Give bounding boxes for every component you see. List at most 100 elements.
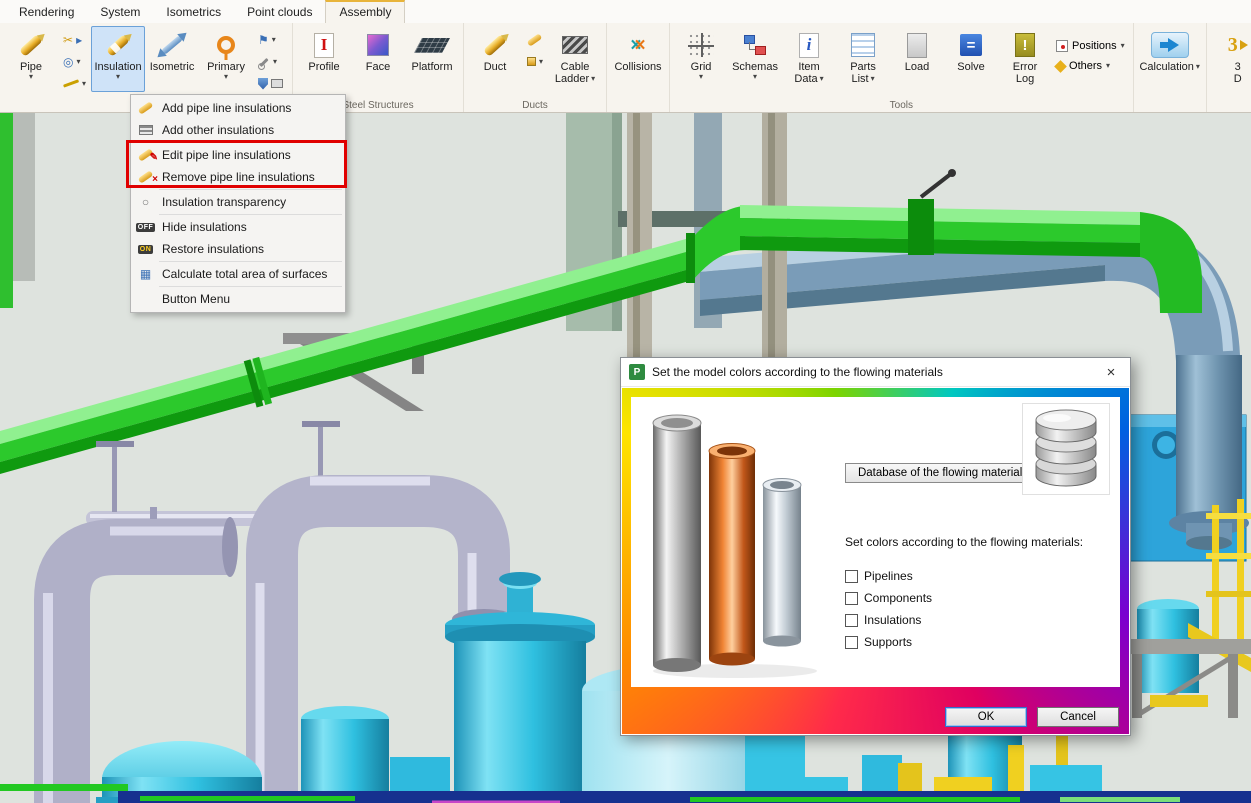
flowing-materials-dialog: P Set the model colors according to the …: [620, 357, 1131, 736]
ribbon-group-3d: 3 3 D: [1207, 23, 1251, 112]
item-data-button[interactable]: i Item Data▾: [782, 26, 836, 92]
primary-button[interactable]: Primary▾: [199, 26, 253, 92]
profile-button[interactable]: I Profile: [297, 26, 351, 92]
positions-button[interactable]: Positions ▾: [1056, 40, 1125, 52]
database-flowing-materials-button[interactable]: Database of the flowing materials: [845, 463, 1041, 483]
menu-separator: [159, 189, 342, 190]
error-log-button[interactable]: ! Error Log: [998, 26, 1052, 92]
menu-item-remove-pipe-line-insulations[interactable]: × Remove pipe line insulations: [131, 166, 345, 188]
edit-pipe-insulation-icon: ✎: [136, 152, 155, 158]
menu-item-restore-insulations[interactable]: ON Restore insulations: [131, 238, 345, 260]
tab-system[interactable]: System: [87, 1, 153, 23]
dialog-button-row: OK Cancel: [945, 707, 1119, 727]
components-checkbox[interactable]: [845, 592, 858, 605]
3d-button[interactable]: 3 3 D: [1211, 26, 1251, 92]
duct-draw-button[interactable]: [524, 30, 546, 49]
isometric-icon: [155, 29, 189, 61]
others-icon: [1054, 60, 1067, 73]
3d-icon: 3: [1228, 34, 1248, 57]
cursor-icon: ▸: [76, 34, 82, 46]
menu-bar: Rendering System Isometrics Point clouds…: [0, 0, 1251, 23]
dialog-title: Set the model colors according to the fl…: [652, 365, 943, 379]
slope-icon: [63, 80, 79, 88]
duct-pen-icon: [527, 33, 543, 47]
insulations-checkbox[interactable]: [845, 614, 858, 627]
insulation-icon: [101, 29, 135, 61]
pipe-icon: [14, 29, 48, 61]
parts-list-button[interactable]: Parts List▾: [836, 26, 890, 92]
grid-button[interactable]: Grid▾: [674, 26, 728, 92]
tab-point-clouds[interactable]: Point clouds: [234, 1, 325, 23]
cable-ladder-button[interactable]: Cable Ladder▾: [548, 26, 602, 92]
view-tools-button[interactable]: [255, 74, 286, 93]
duct-button[interactable]: Duct: [468, 26, 522, 92]
load-button[interactable]: Load: [890, 26, 944, 92]
profile-icon: I: [314, 33, 334, 58]
schemas-button[interactable]: Schemas▾: [728, 26, 782, 92]
isometric-button[interactable]: Isometric: [145, 26, 199, 92]
ok-button[interactable]: OK: [945, 707, 1027, 727]
application-window: Rendering System Isometrics Point clouds…: [0, 0, 1251, 803]
tab-isometrics[interactable]: Isometrics: [153, 1, 234, 23]
dialog-instruction: Set colors according to the flowing mate…: [845, 535, 1108, 549]
pipe-slope-button[interactable]: ▾: [60, 74, 89, 93]
pipe-cut-button[interactable]: ✂ ▸: [60, 30, 89, 49]
menu-item-add-other-insulations[interactable]: Add other insulations: [131, 119, 345, 141]
menu-item-button-menu[interactable]: Button Menu: [131, 288, 345, 310]
menu-item-hide-insulations[interactable]: OFF Hide insulations: [131, 216, 345, 238]
menu-item-add-pipe-line-insulations[interactable]: Add pipe line insulations: [131, 97, 345, 119]
others-button[interactable]: Others ▾: [1056, 60, 1125, 72]
chevron-down-icon: ▾: [1106, 62, 1110, 70]
menu-item-edit-pipe-line-insulations[interactable]: ✎ Edit pipe line insulations: [131, 144, 345, 166]
platform-icon: [414, 38, 450, 53]
flag-tool-button[interactable]: ⚑ ▾: [255, 30, 286, 49]
cable-ladder-icon: [562, 36, 588, 54]
platform-button[interactable]: Platform: [405, 26, 459, 92]
checkbox-list: Pipelines Components Insulations Su: [845, 565, 1108, 653]
dialog-rainbow-frame: Database of the flowing materials Set co…: [622, 388, 1129, 734]
checkbox-components[interactable]: Components: [845, 587, 1108, 609]
tab-assembly[interactable]: Assembly: [325, 0, 405, 23]
camera-icon: [271, 79, 283, 88]
pipelines-checkbox[interactable]: [845, 570, 858, 583]
cancel-button[interactable]: Cancel: [1037, 707, 1119, 727]
group-caption-tools: Tools: [670, 100, 1133, 111]
collisions-icon: ××: [630, 36, 645, 55]
pipe-connect-button[interactable]: ◎ ▾: [60, 52, 89, 71]
insulation-button[interactable]: Insulation▾: [91, 26, 145, 92]
tab-rendering[interactable]: Rendering: [6, 1, 87, 23]
on-badge-icon: ON: [136, 245, 155, 254]
transparency-icon: ○: [136, 195, 155, 209]
supports-checkbox[interactable]: [845, 636, 858, 649]
menu-separator: [159, 214, 342, 215]
chevron-down-icon: ▾: [1196, 63, 1200, 71]
add-pipe-insulation-icon: [136, 105, 155, 111]
chevron-down-icon: ▾: [591, 75, 595, 83]
parts-list-icon: [851, 33, 875, 57]
collisions-button[interactable]: ×× Collisions: [611, 26, 665, 92]
load-icon: [907, 33, 927, 58]
remove-pipe-insulation-icon: ×: [136, 174, 155, 180]
checkbox-supports[interactable]: Supports: [845, 631, 1108, 653]
menu-item-calculate-total-area[interactable]: ▦ Calculate total area of surfaces: [131, 263, 345, 285]
checkbox-pipelines[interactable]: Pipelines: [845, 565, 1108, 587]
calculation-icon: [1151, 32, 1189, 58]
calculation-button[interactable]: Calculation▾: [1138, 26, 1202, 92]
chevron-down-icon: ▾: [76, 58, 80, 66]
checkbox-insulations[interactable]: Insulations: [845, 609, 1108, 631]
solve-icon: =: [960, 34, 982, 56]
duct-fitting-button[interactable]: ▾: [524, 52, 546, 71]
menu-item-insulation-transparency[interactable]: ○ Insulation transparency: [131, 191, 345, 213]
piping-small-buttons: ✂ ▸ ◎ ▾ ▾: [58, 26, 91, 93]
pipe-button[interactable]: Pipe▾: [4, 26, 58, 92]
wrench-icon: [258, 56, 270, 68]
wrench-tool-button[interactable]: ▾: [255, 52, 286, 71]
schemas-icon: [743, 33, 767, 57]
solve-button[interactable]: = Solve: [944, 26, 998, 92]
primary-icon: [209, 29, 243, 61]
close-icon[interactable]: ×: [1096, 361, 1126, 383]
face-button[interactable]: Face: [351, 26, 405, 92]
chevron-down-icon: ▾: [820, 75, 824, 83]
insulation-dropdown-menu: Add pipe line insulations Add other insu…: [130, 94, 346, 313]
item-data-icon: i: [799, 33, 819, 58]
